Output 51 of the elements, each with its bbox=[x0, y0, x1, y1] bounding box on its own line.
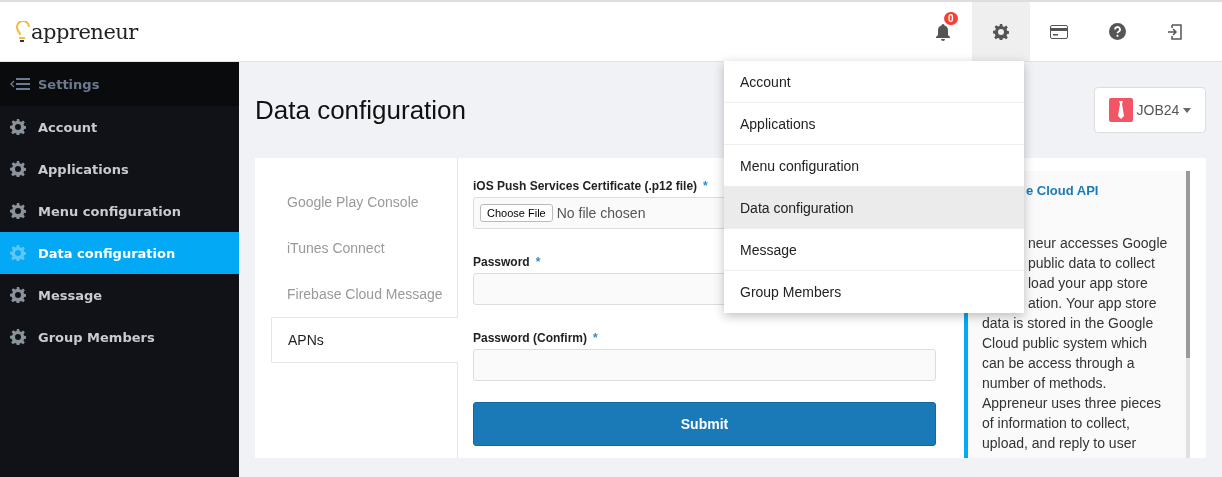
info-text: neur accesses Google bbox=[1027, 234, 1169, 253]
menu-item[interactable]: Group Members bbox=[724, 271, 1024, 313]
gear-icon bbox=[10, 161, 26, 177]
sidebar-title: Settings bbox=[38, 76, 100, 92]
tie-icon bbox=[1108, 98, 1133, 122]
logout-icon bbox=[1167, 23, 1183, 40]
field-label: Password * bbox=[473, 255, 541, 269]
gear-icon bbox=[10, 287, 26, 303]
info-text: public data to collect bbox=[1027, 254, 1156, 273]
info-text: upload, and reply to user bbox=[982, 434, 1138, 453]
scrollbar[interactable] bbox=[1186, 171, 1190, 458]
tab[interactable]: APNs bbox=[271, 317, 458, 363]
info-text: data is stored in the Google bbox=[982, 314, 1155, 333]
lightbulb-icon bbox=[16, 20, 30, 43]
notification-badge: 0 bbox=[944, 12, 958, 25]
field-label: iOS Push Services Certificate (.p12 file) * bbox=[473, 179, 708, 193]
toolbar-button[interactable]: 0 bbox=[914, 2, 972, 61]
settings-icon bbox=[993, 23, 1009, 40]
sidebar-item[interactable]: Group Members bbox=[0, 316, 239, 358]
gear-icon bbox=[10, 119, 26, 135]
menu-item[interactable]: Message bbox=[724, 229, 1024, 271]
field-label: Password (Confirm) * bbox=[473, 331, 598, 345]
logo-text[interactable]: appreneur bbox=[31, 19, 138, 44]
menu-item[interactable]: Data configuration bbox=[724, 187, 1024, 229]
sidebar-item[interactable]: Menu configuration bbox=[0, 190, 239, 232]
help-icon bbox=[1108, 23, 1126, 40]
info-text: Cloud public system which bbox=[982, 334, 1148, 353]
gear-icon bbox=[10, 245, 26, 261]
info-text: number of methods. bbox=[982, 374, 1108, 393]
info-text: load your app store bbox=[1027, 274, 1149, 293]
info-text: Appreneur uses three pieces bbox=[982, 394, 1162, 413]
info-text: ation. Your app store bbox=[1027, 294, 1158, 313]
submit-button[interactable]: Submit bbox=[473, 402, 936, 446]
menu-item[interactable]: Applications bbox=[724, 103, 1024, 145]
menu-item[interactable]: Account bbox=[724, 61, 1024, 103]
password-field[interactable] bbox=[473, 349, 936, 381]
info-text: can be access through a bbox=[982, 354, 1136, 373]
credit-card-icon bbox=[1050, 24, 1068, 39]
sidebar-item[interactable]: Account bbox=[0, 106, 239, 148]
sidebar-item[interactable]: Message bbox=[0, 274, 239, 316]
gear-icon bbox=[10, 203, 26, 219]
caret-icon bbox=[1183, 107, 1192, 113]
bell-icon bbox=[935, 22, 951, 41]
gear-icon bbox=[10, 329, 26, 345]
toolbar-button[interactable] bbox=[972, 2, 1030, 61]
page-title: Data configuration bbox=[255, 94, 467, 126]
collapse-menu-icon[interactable] bbox=[10, 77, 30, 91]
sidebar-item[interactable]: Applications bbox=[0, 148, 239, 190]
info-text: of information to collect, bbox=[982, 414, 1131, 433]
organization-dropdown[interactable]: JOB24 bbox=[1094, 87, 1206, 133]
info-title: e Cloud API bbox=[1025, 183, 1100, 200]
